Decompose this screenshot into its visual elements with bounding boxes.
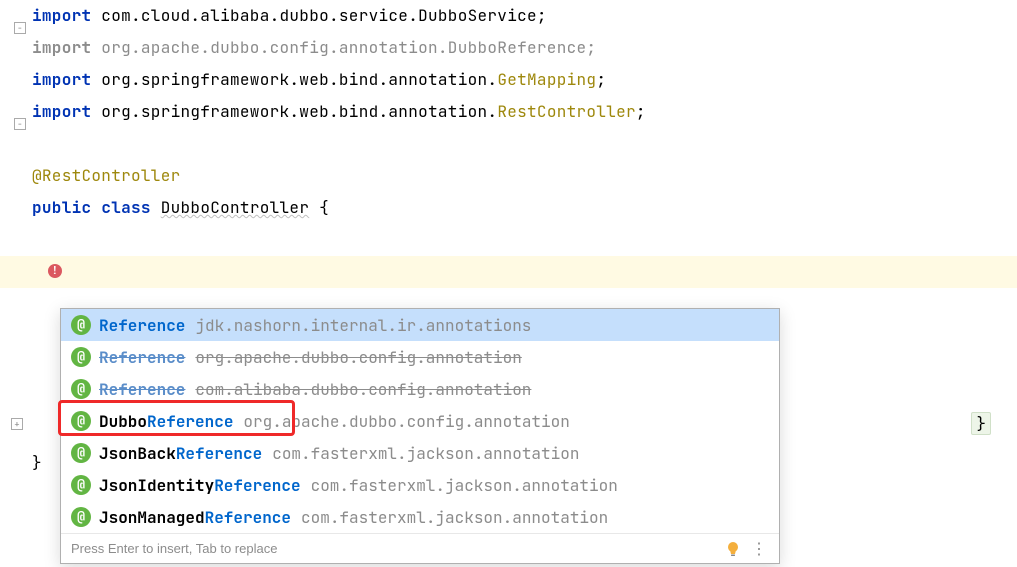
expand-icon[interactable]: + [11, 418, 23, 430]
code-line[interactable] [32, 128, 1017, 160]
completion-name: DubboReference [99, 411, 233, 432]
completion-package: org.apache.dubbo.config.annotation [195, 347, 521, 368]
completion-package: com.fasterxml.jackson.annotation [301, 507, 608, 528]
annotation-icon: @ [71, 507, 91, 527]
completion-item[interactable]: @ JsonManagedReference com.fasterxml.jacks… [61, 501, 779, 533]
annotation-icon: @ [71, 411, 91, 431]
annotation-icon: @ [71, 475, 91, 495]
brace-match-hint: } [971, 412, 991, 435]
completion-package: jdk.nashorn.internal.ir.annotations [195, 315, 531, 336]
completion-popup: @ Reference jdk.nashorn.internal.ir.annota… [60, 308, 780, 564]
annotation-icon: @ [71, 347, 91, 367]
code-line[interactable]: import com.cloud.alibaba.dubbo.service.D… [32, 0, 1017, 32]
completion-package: com.fasterxml.jackson.annotation [311, 475, 618, 496]
completion-name: Reference [99, 347, 185, 368]
completion-package: org.apache.dubbo.config.annotation [243, 411, 569, 432]
completion-item[interactable]: @ Reference org.apache.dubbo.config.annota… [61, 341, 779, 373]
completion-package: com.alibaba.dubbo.config.annotation [195, 379, 531, 400]
completion-name: JsonManagedReference [99, 507, 291, 528]
completion-name: Reference [99, 379, 185, 400]
completion-item[interactable]: @ DubboReference org.apache.dubbo.config.a… [61, 405, 779, 437]
completion-name: JsonBackReference [99, 443, 262, 464]
popup-hint-text: Press Enter to insert, Tab to replace [71, 541, 277, 556]
completion-item[interactable]: @ JsonIdentityReference com.fasterxml.jack… [61, 469, 779, 501]
code-line[interactable] [32, 224, 1017, 256]
completion-item[interactable]: @ JsonBackReference com.fasterxml.jackson.… [61, 437, 779, 469]
code-line-active[interactable]: ! @Reference [0, 256, 1017, 288]
completion-name: JsonIdentityReference [99, 475, 301, 496]
fold-icon[interactable]: − [14, 22, 26, 34]
completion-item[interactable]: @ Reference com.alibaba.dubbo.config.annot… [61, 373, 779, 405]
completion-item[interactable]: @ Reference jdk.nashorn.internal.ir.annota… [61, 309, 779, 341]
code-editor[interactable]: import com.cloud.alibaba.dubbo.service.D… [32, 0, 1017, 288]
completion-package: com.fasterxml.jackson.annotation [272, 443, 579, 464]
more-icon[interactable]: ⋮ [749, 539, 769, 559]
fold-icon[interactable]: − [14, 118, 26, 130]
error-icon[interactable]: ! [48, 264, 62, 278]
code-line[interactable]: import org.springframework.web.bind.anno… [32, 64, 1017, 96]
code-line[interactable]: import org.apache.dubbo.config.annotatio… [32, 32, 1017, 64]
code-line[interactable]: @RestController [32, 160, 1017, 192]
lightbulb-icon[interactable] [725, 541, 741, 557]
code-line[interactable]: } [32, 452, 42, 473]
annotation-icon: @ [71, 443, 91, 463]
completion-name: Reference [99, 315, 185, 336]
code-line[interactable]: import org.springframework.web.bind.anno… [32, 96, 1017, 128]
popup-footer: Press Enter to insert, Tab to replace ⋮ [61, 533, 779, 563]
annotation-icon: @ [71, 315, 91, 335]
code-line[interactable]: public class DubboController { [32, 192, 1017, 224]
annotation-icon: @ [71, 379, 91, 399]
